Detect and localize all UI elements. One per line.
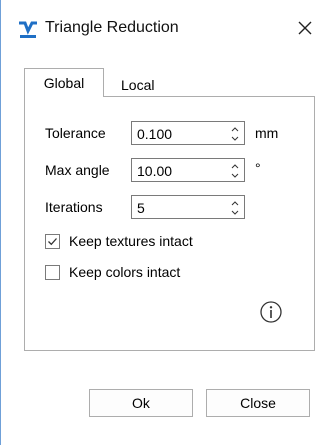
iterations-field[interactable]: 5 xyxy=(131,195,245,219)
tolerance-label: Tolerance xyxy=(45,125,106,141)
window-title: Triangle Reduction xyxy=(45,19,179,36)
close-icon[interactable] xyxy=(293,16,317,40)
tolerance-field[interactable]: 0.100 xyxy=(131,121,245,145)
tolerance-value: 0.100 xyxy=(137,126,173,142)
keep-textures-checkbox[interactable] xyxy=(45,234,60,249)
tab-global[interactable]: Global xyxy=(24,68,104,97)
max-angle-value: 10.00 xyxy=(137,163,173,179)
tolerance-unit: mm xyxy=(255,125,279,141)
spinner-arrows-icon[interactable] xyxy=(230,124,240,144)
max-angle-unit: ° xyxy=(255,160,261,176)
keep-colors-checkbox[interactable] xyxy=(45,265,60,280)
close-button[interactable]: Close xyxy=(206,389,310,417)
max-angle-field[interactable]: 10.00 xyxy=(131,158,245,182)
keep-colors-label[interactable]: Keep colors intact xyxy=(69,264,180,280)
keep-textures-label[interactable]: Keep textures intact xyxy=(69,233,193,249)
iterations-label: Iterations xyxy=(45,199,103,215)
spinner-arrows-icon[interactable] xyxy=(230,198,240,218)
iterations-value: 5 xyxy=(137,200,145,216)
max-angle-label: Max angle xyxy=(45,162,110,178)
info-icon[interactable] xyxy=(259,300,283,324)
triangle-reduction-dialog: Triangle Reduction Global Local Toleranc… xyxy=(0,0,323,445)
tab-local[interactable]: Local xyxy=(121,74,154,96)
ok-button[interactable]: Ok xyxy=(89,389,193,417)
app-logo-icon xyxy=(19,21,37,38)
checkmark-icon xyxy=(48,238,57,246)
spinner-arrows-icon[interactable] xyxy=(230,161,240,181)
